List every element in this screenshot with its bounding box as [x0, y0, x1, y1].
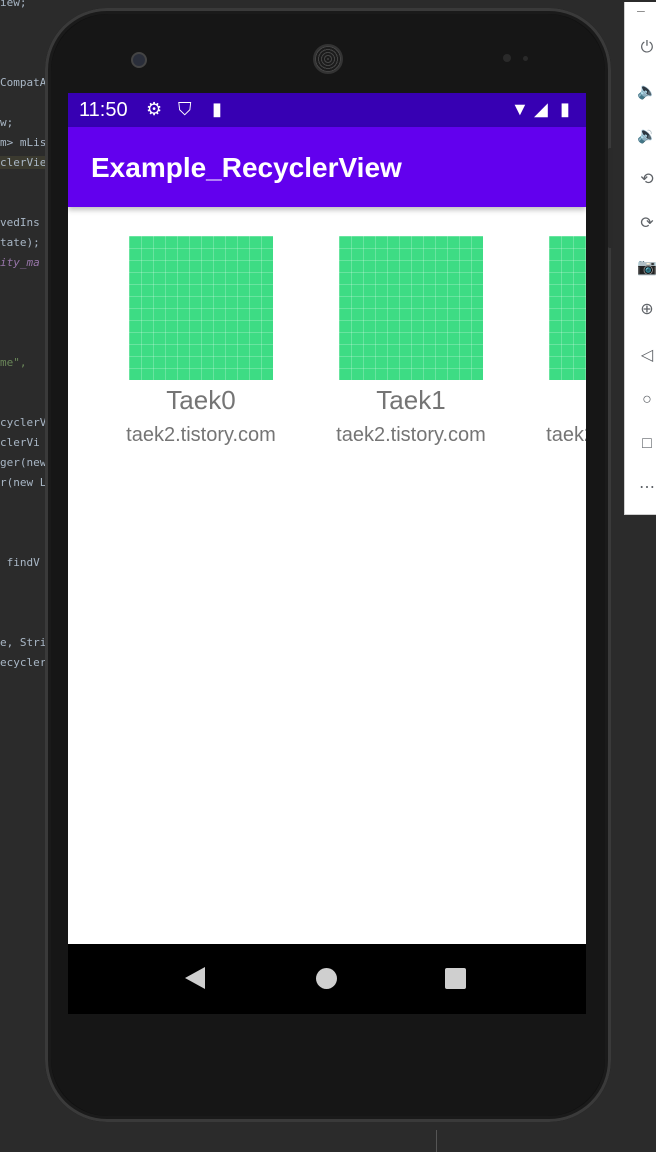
wifi-icon: ▼: [511, 99, 529, 119]
light-sensor-icon: [523, 56, 528, 61]
screenshot-icon[interactable]: 📷: [637, 258, 656, 278]
code-line: ger(new: [0, 456, 47, 469]
item-thumbnail: [129, 236, 273, 380]
shield-icon: ⛉: [178, 99, 192, 119]
code-line: CompatA: [0, 76, 47, 89]
code-line: clerVi: [0, 436, 40, 449]
item-thumbnail: [339, 236, 483, 380]
code-line: iew;: [0, 0, 27, 9]
battery-icon: ▮: [560, 99, 570, 119]
code-line: findV: [0, 556, 40, 569]
item-name: Taek0: [166, 385, 236, 415]
code-line: clerVie: [0, 156, 47, 169]
emulator-toolbar: – ⏻ 🔈 🔉 ⟲ ⟳ 📷 ⊕ ◁ ○ □ ⋯: [624, 2, 656, 515]
code-line: ity_ma: [0, 256, 40, 269]
home-icon[interactable]: ○: [637, 390, 656, 410]
page-title: Example_RecyclerView: [91, 152, 402, 183]
signal-icon: ◢: [534, 99, 548, 119]
rotate-right-icon[interactable]: ⟳: [637, 214, 656, 234]
zoom-icon[interactable]: ⊕: [637, 300, 656, 320]
phone-side-button[interactable]: [608, 148, 613, 248]
minimize-button[interactable]: –: [637, 2, 645, 18]
code-line: vedIns: [0, 216, 40, 229]
list-item[interactable]: Taek2 taek2.tistory.com: [516, 207, 586, 467]
app-bar: Example_RecyclerView: [68, 127, 586, 207]
earpiece-speaker-icon: [313, 44, 343, 74]
code-line: m> mLis: [0, 136, 47, 149]
rotate-left-icon[interactable]: ⟲: [637, 170, 656, 190]
device-screen: 11:50 ⚙ ⛉ ▮ ▼ ◢ ▮ Example_RecyclerView T…: [68, 93, 586, 1014]
item-subtitle: taek2.tistory.com: [336, 424, 486, 446]
overview-icon[interactable]: □: [637, 434, 656, 454]
item-thumbnail: [549, 236, 586, 380]
more-icon[interactable]: ⋯: [637, 478, 656, 498]
nav-home-icon[interactable]: [316, 968, 337, 989]
nav-back-icon[interactable]: [185, 967, 205, 989]
status-time: 11:50: [79, 99, 128, 121]
item-subtitle: taek2.tistory.com: [546, 424, 586, 446]
code-line: cyclerV: [0, 416, 47, 429]
sd-card-icon: ▮: [212, 99, 222, 119]
front-camera-icon: [131, 52, 147, 68]
proximity-sensor-icon: [503, 54, 511, 62]
volume-down-icon[interactable]: 🔉: [637, 126, 656, 146]
settings-icon: ⚙: [146, 99, 163, 119]
item-name: Taek1: [376, 385, 446, 415]
volume-up-icon[interactable]: 🔈: [637, 82, 656, 102]
power-icon[interactable]: ⏻: [637, 38, 656, 58]
code-line: r(new L: [0, 476, 47, 489]
code-line: ecycler: [0, 656, 47, 669]
status-bar: 11:50 ⚙ ⛉ ▮ ▼ ◢ ▮: [68, 93, 586, 127]
code-line: me",: [0, 356, 27, 369]
list-item[interactable]: Taek0 taek2.tistory.com: [96, 207, 306, 467]
code-line: e, Stri: [0, 636, 47, 649]
recycler-view[interactable]: Taek0 taek2.tistory.com Taek1 taek2.tistory…: [68, 207, 586, 944]
nav-recents-icon[interactable]: [445, 968, 466, 989]
code-line: tate);: [0, 236, 40, 249]
list-item[interactable]: Taek1 taek2.tistory.com: [306, 207, 516, 467]
item-name: Taek2: [516, 385, 586, 416]
code-line: w;: [0, 116, 14, 129]
navigation-bar: [68, 944, 586, 1014]
back-icon[interactable]: ◁: [637, 346, 656, 366]
ide-divider: [436, 1130, 437, 1152]
item-subtitle: taek2.tistory.com: [126, 424, 276, 446]
